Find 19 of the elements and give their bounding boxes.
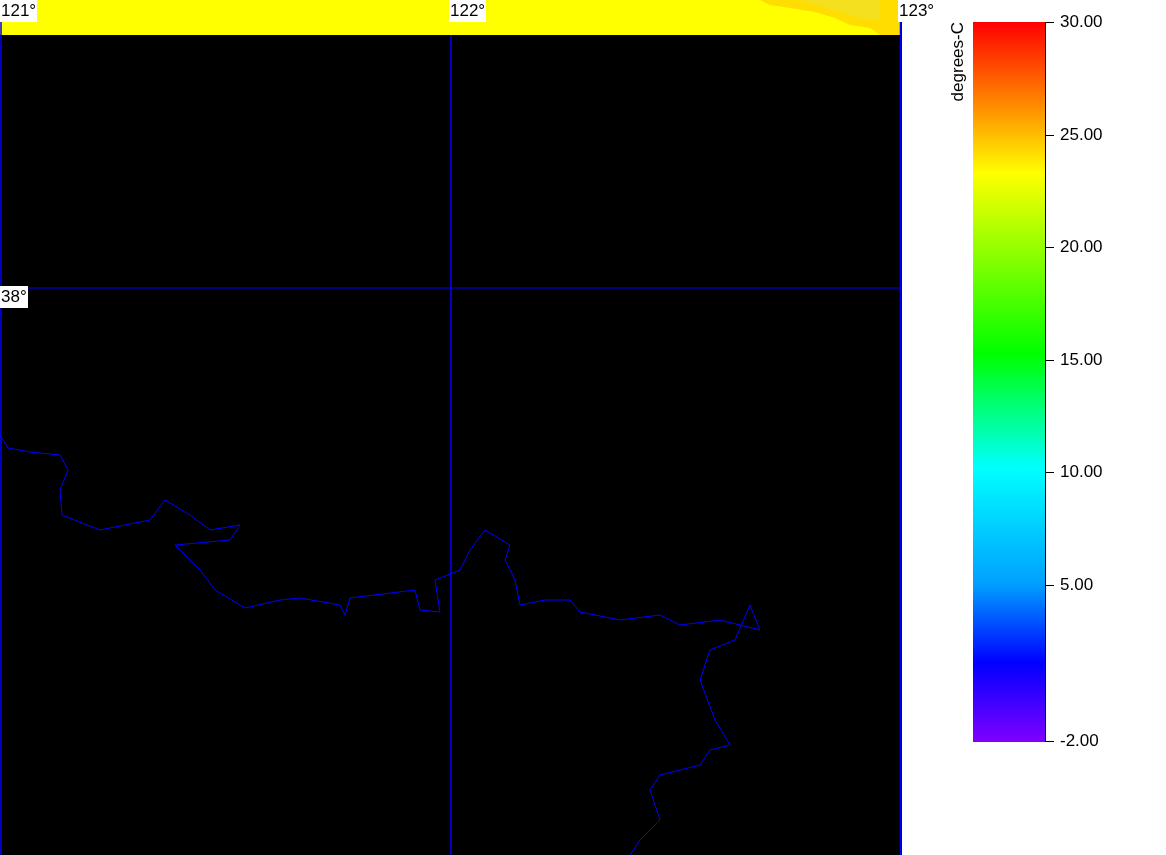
tick-label: 10.00 (1060, 462, 1103, 482)
colorbar-title: degrees-C (948, 22, 968, 102)
grid-label: 38° (0, 286, 28, 308)
tick-mark (1046, 134, 1054, 136)
tick-label: 5.00 (1060, 574, 1094, 595)
tick-label: 20.00 (1060, 237, 1103, 257)
tick-mark (1046, 741, 1054, 742)
tick-mark (1046, 22, 1054, 23)
tick-mark (1046, 584, 1054, 586)
grid-label: 121° (0, 0, 38, 22)
grid-label: 123° (898, 0, 936, 22)
tick-mark (1046, 472, 1054, 473)
tick-label: 25.00 (1060, 124, 1103, 145)
tick-mark (1046, 359, 1054, 361)
tick-label: 15.00 (1060, 349, 1103, 370)
grid-label: 122° (449, 0, 487, 22)
tick-label: 30.00 (1060, 12, 1103, 32)
tick-label: -2.00 (1060, 731, 1099, 751)
tick-mark (1046, 247, 1054, 248)
